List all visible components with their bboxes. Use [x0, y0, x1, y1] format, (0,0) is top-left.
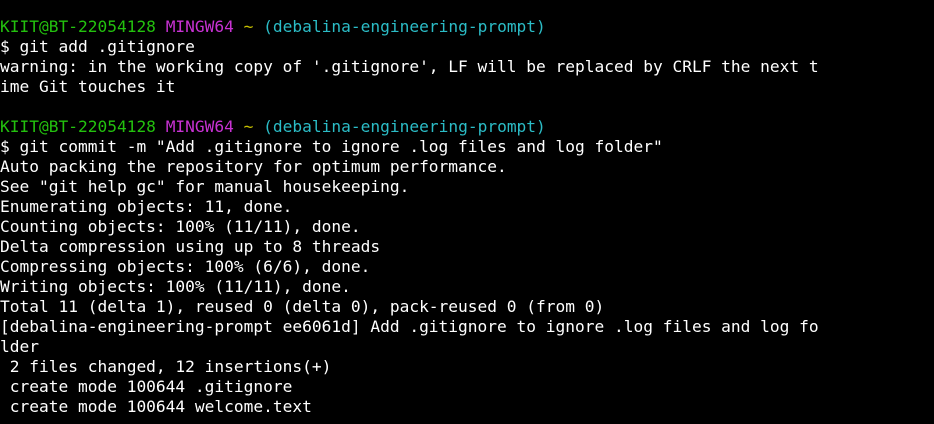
command-line: $ git add .gitignore: [0, 37, 195, 56]
output-line: Counting objects: 100% (11/11), done.: [0, 217, 361, 236]
output-line: 2 files changed, 12 insertions(+): [0, 357, 332, 376]
prompt-shell: MINGW64: [165, 17, 234, 36]
output-line: Total 11 (delta 1), reused 0 (delta 0), …: [0, 297, 605, 316]
output-line: Writing objects: 100% (11/11), done.: [0, 277, 351, 296]
output-line: warning: in the working copy of '.gitign…: [0, 57, 819, 76]
output-line: create mode 100644 .gitignore: [0, 377, 293, 396]
output-line: lder: [0, 337, 39, 356]
prompt-user-host: KIIT@BT-22054128: [0, 117, 156, 136]
output-line: Enumerating objects: 11, done.: [0, 197, 293, 216]
prompt-user-host: KIIT@BT-22054128: [0, 17, 156, 36]
command-line: $ git commit -m "Add .gitignore to ignor…: [0, 137, 663, 156]
output-line: See "git help gc" for manual housekeepin…: [0, 177, 410, 196]
output-line: [debalina-engineering-prompt ee6061d] Ad…: [0, 317, 819, 336]
prompt-branch: (debalina-engineering-prompt): [263, 117, 546, 136]
prompt-branch: (debalina-engineering-prompt): [263, 17, 546, 36]
output-line: ime Git touches it: [0, 77, 176, 96]
terminal-window[interactable]: KIIT@BT-22054128 MINGW64 ~ (debalina-eng…: [0, 0, 934, 424]
prompt-directory: ~: [243, 117, 254, 136]
prompt-shell: MINGW64: [165, 117, 234, 136]
output-line: Compressing objects: 100% (6/6), done.: [0, 257, 371, 276]
output-line: Auto packing the repository for optimum …: [0, 157, 507, 176]
output-line: Delta compression using up to 8 threads: [0, 237, 381, 256]
prompt-directory: ~: [243, 17, 254, 36]
prompt-line: KIIT@BT-22054128 MINGW64 ~ (debalina-eng…: [0, 17, 934, 37]
output-line: create mode 100644 welcome.text: [0, 397, 312, 416]
prompt-line: KIIT@BT-22054128 MINGW64 ~ (debalina-eng…: [0, 117, 934, 137]
